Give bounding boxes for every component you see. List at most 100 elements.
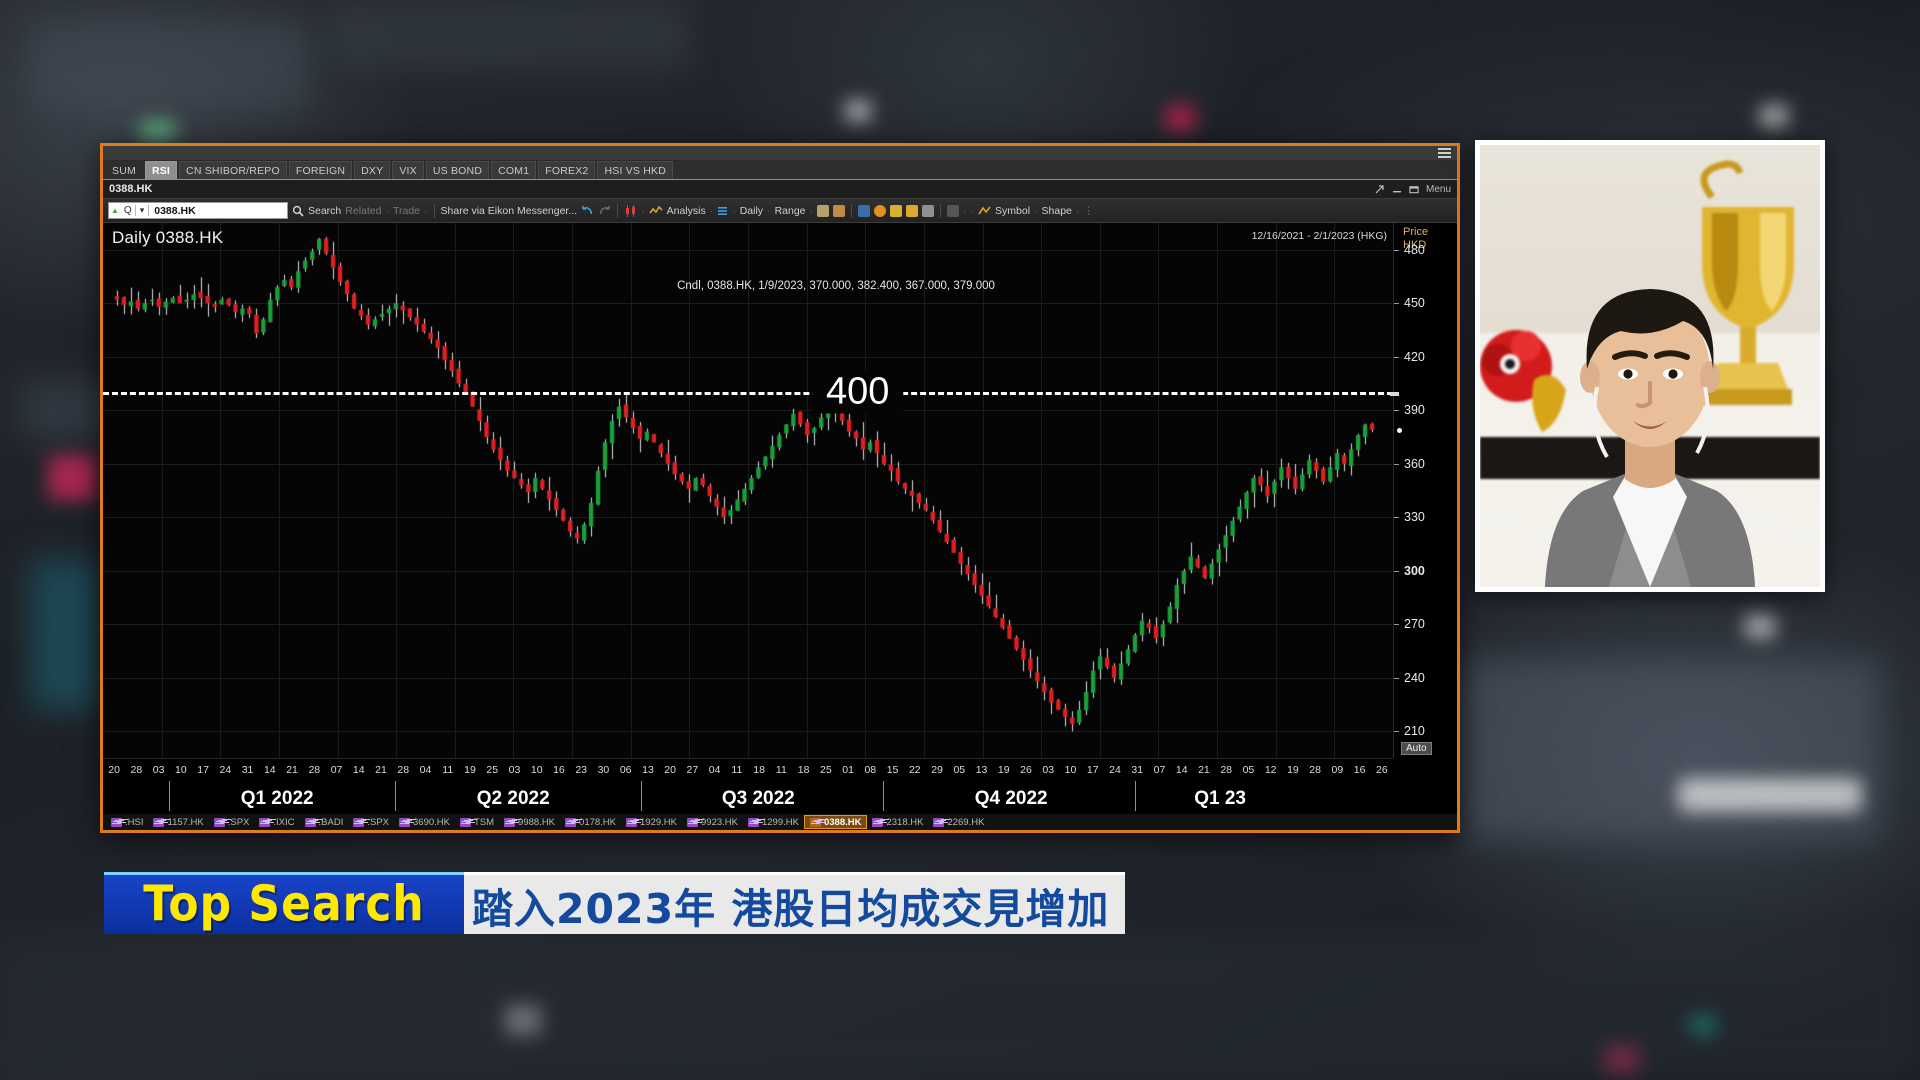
ticker-chip[interactable]: .HSI	[106, 815, 148, 829]
price-tick-label: 300	[1404, 563, 1425, 578]
menu-label[interactable]: Menu	[1426, 184, 1451, 195]
toolbar-divider	[433, 203, 435, 218]
tab-vix[interactable]: VIX	[392, 161, 424, 179]
ticker-chip[interactable]: 0388.HK	[803, 815, 868, 829]
restore-icon[interactable]	[1409, 185, 1419, 194]
price-plot[interactable]: 400 Daily 0388.HK 12/16/2021 - 2/1/2023 …	[103, 223, 1393, 758]
auto-scale-button[interactable]: Auto	[1401, 742, 1432, 755]
time-tick-label: 10	[530, 764, 543, 776]
time-tick-label: 16	[1353, 764, 1366, 776]
tab-rsi[interactable]: RSI	[144, 161, 178, 179]
ticker-chip[interactable]: 0178.HK	[560, 815, 621, 829]
chevron-down-icon[interactable]: ▾	[136, 205, 150, 216]
shape-label[interactable]: Shape	[1042, 205, 1072, 217]
tab-foreign[interactable]: FOREIGN	[288, 161, 353, 179]
lower-third-banner: Top Search 踏入2023年 港股日均成交見增加	[104, 872, 1126, 934]
ticker-label: TSM	[473, 816, 495, 828]
tab-com1[interactable]: COM1	[491, 161, 537, 179]
price-tick-label: 480	[1404, 242, 1425, 257]
time-tick-label: 06	[619, 764, 632, 776]
watchlist-ticker-strip[interactable]: .HSI 1157.HK .SPX .IXIC .BADI .SPX 3690.HK TSM 9…	[103, 814, 1457, 830]
tab-cn-shibor-repo[interactable]: CN SHIBOR/REPO	[179, 161, 287, 179]
price-tick-label: 240	[1404, 670, 1425, 685]
popout-icon[interactable]	[1375, 184, 1385, 194]
calendar-range-icon[interactable]	[833, 204, 846, 217]
analysis-label[interactable]: Analysis	[667, 205, 706, 217]
chart-canvas-area[interactable]: 400 Daily 0388.HK 12/16/2021 - 2/1/2023 …	[103, 223, 1457, 814]
magnifier-icon[interactable]	[292, 205, 304, 217]
interval-label[interactable]: Daily	[740, 205, 763, 217]
backdrop-shape	[30, 560, 102, 710]
time-tick-label: 18	[753, 764, 765, 776]
zoom-icon[interactable]	[947, 204, 960, 217]
quarter-label: Q4 2022	[974, 788, 1048, 809]
guest-video-panel	[1475, 140, 1825, 592]
time-tick-label: 19	[1287, 764, 1299, 776]
crosshair-icon[interactable]	[922, 204, 935, 217]
tab-us-bond[interactable]: US BOND	[425, 161, 490, 179]
price-tick-label: 420	[1404, 349, 1425, 364]
mini-chart-icon	[213, 817, 225, 827]
ticker-chip[interactable]: .BADI	[300, 815, 349, 829]
quarter-divider	[1135, 781, 1136, 811]
trade-label[interactable]: Trade	[393, 205, 420, 217]
separator-dot: ·	[709, 204, 714, 217]
redo-arrow-icon[interactable]	[598, 205, 611, 217]
ticker-chip[interactable]: 2318.HK	[867, 815, 928, 829]
ticker-chip[interactable]: TSM	[455, 815, 499, 829]
separator-dot: ·	[809, 204, 814, 217]
more-icon[interactable]: ⋮	[1083, 205, 1094, 217]
calendar-icon[interactable]	[817, 204, 830, 217]
price-tick-mark	[1394, 570, 1399, 572]
minimize-icon[interactable]	[1392, 185, 1402, 194]
ticker-chip[interactable]: 1157.HK	[148, 815, 208, 829]
chart-toolbar[interactable]: ▲ Q ▾ 0388.HK Search Related · Trade · S…	[103, 199, 1457, 223]
search-label[interactable]: Search	[308, 205, 341, 217]
time-axis[interactable]: 20 28 03 10 17 24 31 14 21 28 07 14 21 28 04 11 19 25 03 10…	[103, 758, 1393, 814]
price-tick-label: 450	[1404, 296, 1425, 311]
tab-hsi-vs-hkd[interactable]: HSI VS HKD	[597, 161, 673, 179]
eikon-chart-window[interactable]: SUM RSI CN SHIBOR/REPO FOREIGN DXY VIX US BOND…	[100, 143, 1460, 833]
candlestick-icon[interactable]	[624, 204, 637, 217]
ticker-chip[interactable]: 2269.HK	[928, 815, 989, 829]
time-tick-label: 24	[1109, 764, 1121, 776]
indicator-icon[interactable]	[717, 205, 728, 217]
ticker-chip[interactable]: 3690.HK	[394, 815, 455, 829]
top-search-badge: Top Search	[104, 872, 464, 934]
ticker-chip[interactable]: 9988.HK	[499, 815, 560, 829]
tab-dxy[interactable]: DXY	[354, 161, 391, 179]
tab-sum[interactable]: SUM	[105, 161, 143, 179]
bar-style-icon[interactable]	[890, 204, 903, 217]
time-tick-label: 25	[486, 764, 499, 776]
ticker-chip[interactable]: 1929.HK	[621, 815, 682, 829]
search-input[interactable]: ▲ Q ▾ 0388.HK	[108, 202, 288, 219]
tab-forex2[interactable]: FOREX2	[538, 161, 596, 179]
time-tick-label: 14	[1175, 764, 1188, 776]
ticker-chip[interactable]: 9923.HK	[682, 815, 743, 829]
symbol-label[interactable]: Symbol	[995, 205, 1030, 217]
window-controls[interactable]: Menu	[1375, 184, 1451, 195]
time-tick-label: 24	[219, 764, 232, 776]
undo-arrow-icon[interactable]	[581, 205, 594, 217]
ohlc-icon[interactable]	[874, 204, 887, 217]
drawing-tool-icon[interactable]	[978, 205, 991, 217]
ticker-chip[interactable]: .SPX	[348, 815, 394, 829]
price-axis[interactable]: Price HKD Auto 480 450 420 390 360 330 300 270 2…	[1390, 223, 1457, 758]
analysis-wave-icon[interactable]	[648, 205, 663, 217]
ticker-chip[interactable]: .SPX	[209, 815, 255, 829]
time-tick-label: 19	[997, 764, 1010, 776]
time-tick-label: 20	[664, 764, 676, 776]
related-label[interactable]: Related	[345, 205, 381, 217]
hamburger-menu-icon[interactable]	[1438, 148, 1451, 159]
share-label[interactable]: Share via Eikon Messenger...	[441, 205, 578, 217]
chart-style-icon[interactable]	[858, 204, 871, 217]
ticker-chip[interactable]: .IXIC	[254, 815, 299, 829]
workspace-tab-bar[interactable]: SUM RSI CN SHIBOR/REPO FOREIGN DXY VIX US BOND…	[103, 161, 1457, 180]
ticker-chip[interactable]: 1299.HK	[743, 815, 804, 829]
range-label[interactable]: Range	[775, 205, 806, 217]
quote-icon[interactable]: Q	[121, 205, 136, 216]
price-tick-label: 330	[1404, 510, 1425, 525]
hourglass-icon[interactable]	[906, 204, 919, 217]
backdrop-shape	[30, 20, 310, 110]
time-tick-label: 11	[442, 764, 454, 776]
